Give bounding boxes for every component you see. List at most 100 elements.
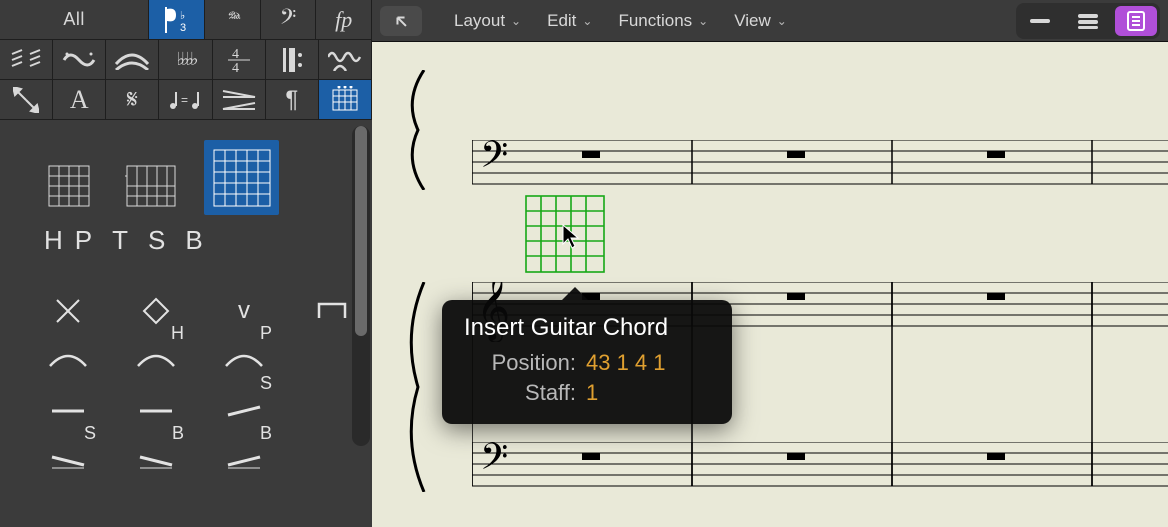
tool-turn[interactable] (53, 40, 106, 79)
tool-arrows[interactable] (0, 80, 53, 119)
sym-x[interactable] (44, 291, 92, 331)
score-editor-main: Layout⌄ Edit⌄ Functions⌄ View⌄ 𝄢 (372, 0, 1168, 527)
menu-edit[interactable]: Edit⌄ (537, 6, 602, 36)
palette-scrollbar-thumb[interactable] (355, 126, 367, 336)
dash-s-icon (224, 404, 264, 418)
chord-grid-drag (524, 194, 606, 274)
tool-swing[interactable]: = (159, 80, 212, 119)
staff-bass-1: 𝄢 (472, 140, 1168, 200)
tool-tremolo[interactable] (0, 40, 53, 79)
menu-edit-label: Edit (547, 11, 576, 31)
timesig-icon: 44 (228, 46, 250, 74)
menu-layout-label: Layout (454, 11, 505, 31)
tool-segno[interactable]: 𝄋 (106, 80, 159, 119)
tooltip-staff-value: 1 (586, 378, 598, 408)
sym-dash-us[interactable]: S (44, 441, 92, 481)
tool-slur[interactable] (106, 40, 159, 79)
tool-timesig[interactable]: 44 (213, 40, 266, 79)
tab-bassclef[interactable]: 𝄢 (261, 0, 317, 39)
arrows-icon (13, 87, 39, 113)
tab-all[interactable]: All (0, 0, 149, 39)
menu-layout[interactable]: Layout⌄ (444, 6, 531, 36)
menu-functions[interactable]: Functions ⌄ (608, 6, 718, 36)
sym-dash-b[interactable]: B (220, 441, 268, 481)
chord-grid-icon (524, 194, 606, 274)
grid-thumb-medium[interactable] (122, 157, 180, 215)
letter-b[interactable]: B (185, 225, 202, 256)
insert-tooltip: Insert Guitar Chord Position: 43 1 4 1 S… (442, 300, 732, 424)
superscript-b2: B (260, 423, 272, 444)
bassclef-icon: 𝄢 (280, 4, 297, 36)
dash-icon (136, 406, 176, 416)
sym-bracket[interactable] (308, 291, 356, 331)
nav-back-icon (392, 12, 410, 30)
crescendo-icon (221, 89, 257, 111)
swing-icon: = (167, 88, 203, 112)
palette-scrollbar[interactable] (352, 126, 370, 446)
tab-keysig[interactable]: ♭ 3 (149, 0, 205, 39)
grid-large-icon (212, 148, 272, 208)
tool-repeat[interactable] (266, 40, 319, 79)
svg-text:=: = (181, 93, 188, 107)
viewmode-linear-icon (1029, 14, 1051, 28)
score-canvas[interactable]: 𝄢 𝄞 (372, 42, 1168, 527)
menu-view[interactable]: View⌄ (724, 6, 797, 36)
letter-h[interactable]: H (44, 225, 63, 256)
chordgrid-icon (330, 86, 360, 114)
grid-thumb-small[interactable] (40, 157, 98, 215)
tooltip-title: Insert Guitar Chord (464, 314, 710, 342)
tab-pedal[interactable]: 𝆮 (205, 0, 261, 39)
chevron-down-icon: ⌄ (698, 14, 708, 28)
arc-icon (48, 352, 88, 370)
letter-s[interactable]: S (148, 225, 165, 256)
slur-icon (114, 50, 150, 70)
arc-icon (224, 352, 264, 370)
svg-text:4: 4 (232, 61, 239, 74)
viewmode-page-icon (1127, 11, 1145, 31)
sym-arc[interactable] (44, 341, 92, 381)
score-toolbar: Layout⌄ Edit⌄ Functions⌄ View⌄ (372, 0, 1168, 42)
tool-crescendo[interactable] (213, 80, 266, 119)
tool-flats[interactable]: ♭♭♭♭ (159, 40, 212, 79)
system-brace-icon (400, 70, 430, 190)
system-brace-icon (400, 282, 430, 492)
tool-chordgrid[interactable] (319, 80, 372, 119)
dash-u-icon (48, 454, 88, 468)
viewmode-linear[interactable] (1019, 6, 1061, 36)
letter-p[interactable]: P (75, 225, 92, 256)
symbol-area: v H P S S B B (0, 256, 372, 486)
view-mode-group (1016, 3, 1160, 39)
tremolo-icon (10, 48, 42, 72)
sym-arc-h[interactable]: H (132, 341, 180, 381)
tooltip-position-value: 43 1 4 1 (586, 348, 666, 378)
grid-small-icon (47, 164, 91, 208)
grid-thumb-large[interactable] (204, 140, 279, 215)
tool-paragraph[interactable]: ¶ (266, 80, 319, 119)
viewmode-page[interactable] (1115, 6, 1157, 36)
sym-dash-ub[interactable]: B (132, 441, 180, 481)
grid-medium-icon (125, 164, 177, 208)
pedal-icon: 𝆮 (226, 8, 239, 31)
superscript-s2: S (84, 423, 96, 444)
arc-icon (136, 352, 176, 370)
letter-t[interactable]: T (112, 225, 128, 256)
viewmode-wrap-icon (1077, 13, 1099, 29)
diamond-icon (142, 297, 170, 325)
menu-functions-label: Functions (618, 11, 692, 31)
tool-trill[interactable] (319, 40, 372, 79)
segno-icon: 𝄋 (127, 84, 138, 116)
superscript-p: P (260, 323, 272, 344)
nav-back-button[interactable] (380, 6, 422, 36)
viewmode-wrap[interactable] (1067, 6, 1109, 36)
tool-text[interactable]: A (53, 80, 106, 119)
svg-text:𝄢: 𝄢 (480, 140, 508, 184)
keysig-icon: ♭ 3 (162, 5, 192, 35)
chevron-down-icon: ⌄ (777, 14, 787, 28)
palette-scroll-area: H P T S B v H P S S (0, 120, 372, 527)
tool-row-2: A 𝄋 = ¶ (0, 80, 372, 120)
grid-letter-row: H P T S B (0, 215, 372, 256)
svg-text:3: 3 (180, 22, 186, 34)
tab-dynamics[interactable]: fp (316, 0, 372, 39)
tooltip-position-label: Position: (464, 348, 576, 378)
turn-icon (62, 50, 96, 70)
